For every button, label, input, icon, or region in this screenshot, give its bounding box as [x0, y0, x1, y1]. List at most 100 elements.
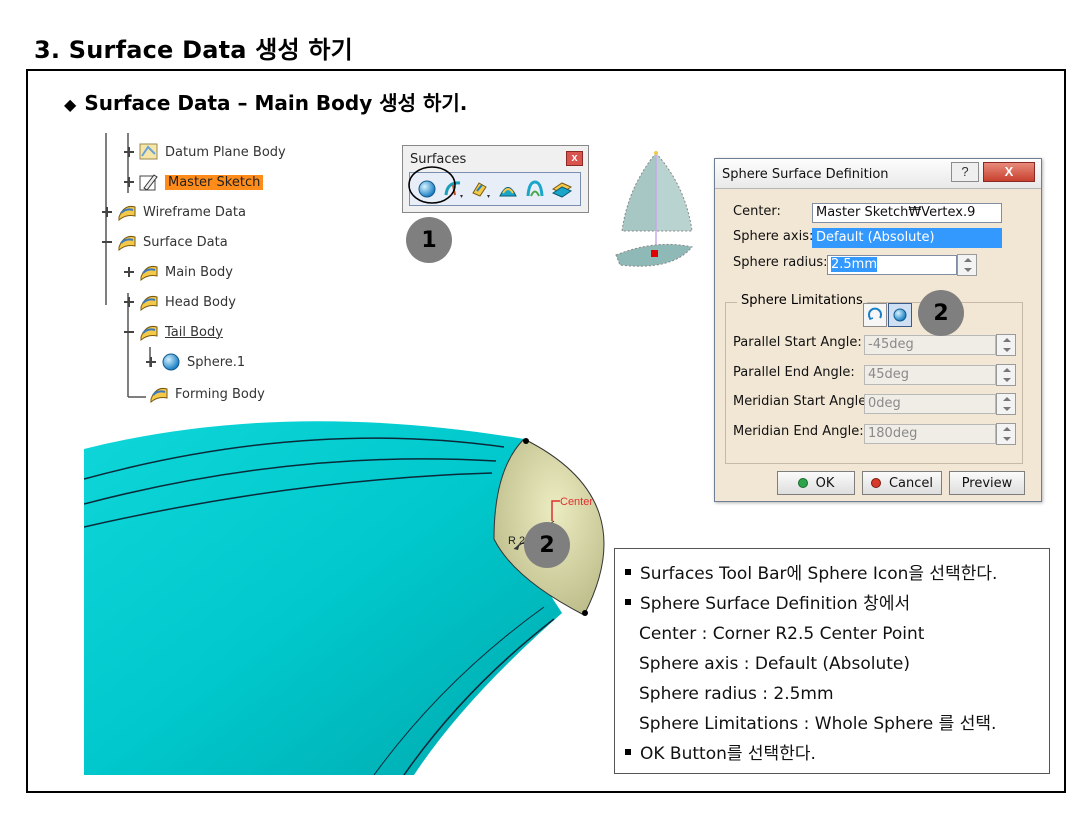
ok-icon — [797, 478, 808, 488]
parallel-end-angle-field[interactable]: 45deg — [864, 365, 996, 385]
subtitle-text: Surface Data – Main Body 생성 하기. — [84, 91, 468, 115]
plane-body-icon — [139, 143, 158, 160]
parallel-start-angle-field[interactable]: -45deg — [864, 335, 996, 355]
blend-icon — [551, 182, 573, 198]
center-field[interactable]: Master Sketch₩Vertex.9 — [812, 203, 1002, 223]
sphere-axis-label: Sphere axis: — [733, 229, 814, 244]
partial-sphere-button[interactable] — [863, 303, 887, 327]
dialog-title: Sphere Surface Definition — [722, 167, 889, 182]
sphere-radius-field[interactable]: 2.5mm — [827, 255, 957, 275]
parallel-end-angle-label: Parallel End Angle: — [733, 365, 855, 380]
meridian-start-angle-field[interactable]: 0deg — [864, 394, 996, 414]
fill-button[interactable] — [524, 178, 546, 200]
tree-item-main-body[interactable]: Main Body — [124, 261, 233, 283]
preview-button[interactable]: Preview — [949, 471, 1025, 495]
note-line: OK Button를 선택한다. — [625, 739, 1049, 769]
tree-item-forming-body[interactable]: Forming Body — [148, 383, 265, 405]
partial-sphere-icon — [868, 307, 882, 320]
square-bullet-icon — [625, 599, 631, 605]
square-bullet-icon — [625, 569, 631, 575]
meridian-end-angle-field[interactable]: 180deg — [864, 424, 996, 444]
diamond-bullet-icon: ◆ — [64, 95, 77, 114]
note-line: Center : Corner R2.5 Center Point — [625, 619, 1049, 649]
geometric-set-icon — [150, 388, 168, 404]
parallel-start-angle-label: Parallel Start Angle: — [733, 335, 862, 350]
ok-button[interactable]: OK — [777, 471, 855, 495]
highlight-circle — [408, 166, 456, 204]
note-text: Sphere radius : 2.5mm — [639, 684, 834, 704]
note-text: Sphere Surface Definition 창에서 — [640, 594, 911, 614]
tree-item-label: Tail Body — [165, 324, 223, 340]
meridian-end-angle-spinner[interactable] — [996, 423, 1016, 445]
parallel-end-angle-spinner[interactable] — [996, 364, 1016, 386]
geometric-set-icon — [140, 326, 158, 342]
instruction-notes: Surfaces Tool Bar에 Sphere Icon을 선택한다. Sp… — [614, 548, 1050, 774]
expand-icon[interactable] — [102, 207, 112, 217]
expand-icon[interactable] — [146, 357, 156, 367]
sweep-button[interactable] — [497, 178, 519, 200]
ok-label: OK — [815, 475, 835, 491]
help-button[interactable]: ? — [951, 162, 979, 182]
note-text: Center : Corner R2.5 Center Point — [639, 624, 925, 644]
meridian-start-angle-spinner[interactable] — [996, 393, 1016, 415]
sphere-icon — [162, 353, 180, 371]
note-line: Sphere Surface Definition 창에서 — [625, 589, 1049, 619]
tree-item-sphere-1[interactable]: Sphere.1 — [146, 351, 245, 373]
note-line: Surfaces Tool Bar에 Sphere Icon을 선택한다. — [625, 559, 1049, 589]
blend-button[interactable] — [551, 178, 573, 200]
expand-icon[interactable] — [124, 147, 134, 157]
callout-badge-1: 1 — [406, 217, 452, 263]
tree-item-surface-data[interactable]: Surface Data — [102, 231, 228, 253]
tree-item-label: Master Sketch — [165, 174, 264, 190]
meridian-start-angle-label: Meridian Start Angle: — [733, 394, 871, 409]
tree-item-master-sketch[interactable]: Master Sketch — [124, 171, 264, 193]
cancel-label: Cancel — [888, 475, 934, 491]
note-text: Sphere Limitations : Whole Sphere 를 선택. — [639, 714, 997, 734]
sketch-icon — [139, 174, 158, 191]
geometric-set-icon — [140, 266, 158, 282]
sphere-surface-definition-dialog: Sphere Surface Definition ? X Center: Ma… — [714, 158, 1042, 502]
sphere-preview-graphic — [615, 151, 693, 267]
section-subtitle: ◆ Surface Data – Main Body 생성 하기. — [64, 87, 467, 116]
sphere-radius-label: Sphere radius: — [733, 255, 828, 270]
sweep-icon — [499, 187, 517, 197]
whole-sphere-button[interactable] — [888, 303, 912, 327]
whole-sphere-icon — [893, 308, 907, 322]
toolbar-close-button[interactable]: x — [566, 151, 583, 166]
geometric-set-icon — [118, 206, 136, 222]
tree-item-label: Head Body — [165, 294, 236, 310]
tree-item-label: Sphere.1 — [187, 354, 246, 370]
offset-button[interactable] — [470, 178, 492, 200]
note-text: Sphere axis : Default (Absolute) — [639, 654, 910, 674]
close-button[interactable]: X — [983, 162, 1035, 182]
tree-item-label: Wireframe Data — [143, 204, 246, 220]
sphere-axis-field[interactable]: Default (Absolute) — [812, 228, 1002, 248]
sphere-radius-spinner[interactable] — [957, 254, 977, 276]
square-bullet-icon — [625, 749, 631, 755]
cancel-button[interactable]: Cancel — [862, 471, 942, 495]
expand-icon[interactable] — [124, 177, 134, 187]
parallel-start-angle-spinner[interactable] — [996, 334, 1016, 356]
expand-icon[interactable] — [124, 297, 134, 307]
collapse-icon[interactable] — [102, 237, 112, 247]
fill-icon — [526, 180, 544, 197]
note-line: Sphere Limitations : Whole Sphere 를 선택. — [625, 709, 1049, 739]
dialog-titlebar[interactable]: Sphere Surface Definition ? X — [715, 159, 1041, 189]
note-text: OK Button를 선택한다. — [640, 744, 816, 764]
expand-icon[interactable] — [124, 267, 134, 277]
tree-item-head-body[interactable]: Head Body — [124, 291, 236, 313]
geometric-set-icon — [118, 236, 136, 252]
specification-tree: Datum Plane Body Master Sketch Wireframe… — [90, 133, 290, 423]
sphere-limitations-title: Sphere Limitations — [737, 293, 867, 308]
tree-item-tail-body[interactable]: Tail Body — [124, 321, 223, 343]
tree-item-label: Surface Data — [143, 234, 228, 250]
geometric-set-icon — [140, 296, 158, 312]
note-line: Sphere axis : Default (Absolute) — [625, 649, 1049, 679]
tree-item-datum-plane-body[interactable]: Datum Plane Body — [124, 141, 286, 163]
note-text: Surfaces Tool Bar에 Sphere Icon을 선택한다. — [640, 564, 998, 584]
tree-item-label: Forming Body — [175, 386, 265, 402]
tree-item-wireframe-data[interactable]: Wireframe Data — [102, 201, 246, 223]
center-label: Center: — [733, 204, 781, 219]
sphere-radius-value: 2.5mm — [831, 257, 878, 272]
collapse-icon[interactable] — [124, 327, 134, 337]
